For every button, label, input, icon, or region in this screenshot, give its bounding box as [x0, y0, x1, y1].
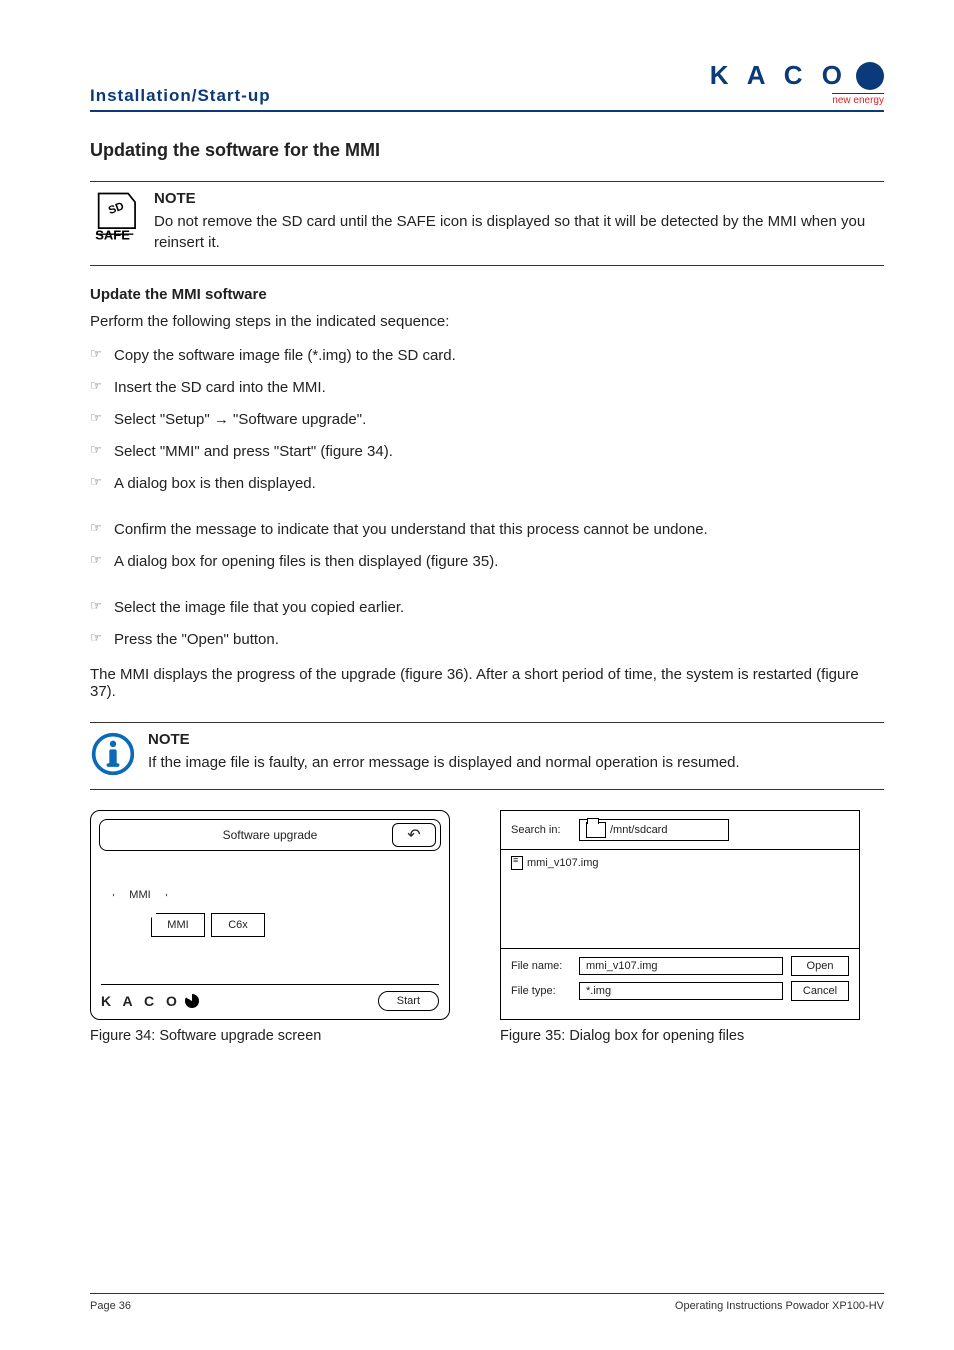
swirl-icon [856, 62, 884, 90]
note1-label: NOTE [154, 190, 884, 207]
steps-list-a: Copy the software image file (*.img) to … [90, 340, 884, 500]
footer-doc-title: Operating Instructions Powador XP100-HV [675, 1300, 884, 1312]
update-heading: Update the MMI software [90, 286, 884, 303]
filename-input[interactable]: mmi_v107.img [579, 957, 783, 975]
filetype-value: *.img [586, 985, 611, 997]
figure-35-dialog: Search in: /mnt/sdcard mmi_v107.img File… [500, 810, 860, 1020]
filename-label: File name: [511, 960, 571, 972]
filetype-input[interactable]: *.img [579, 982, 783, 1000]
note-sd-safe: SD SAFE NOTE Do not remove the SD card u… [90, 181, 884, 266]
fig34-caption: Figure 34: Software upgrade screen [90, 1028, 450, 1044]
fig34-brand-text: K A C O [101, 993, 181, 1009]
tab-c6x[interactable]: C6x [211, 913, 265, 937]
step: A dialog box is then displayed. [90, 468, 884, 500]
step: Select "Setup" → "Software upgrade". [90, 404, 884, 436]
search-in-label: Search in: [511, 824, 571, 836]
figure-34-panel: Software upgrade ↶ MMI MMI C6x K A C O S… [90, 810, 450, 1020]
search-in-field[interactable]: /mnt/sdcard [579, 819, 729, 841]
fig34-brand: K A C O [101, 993, 199, 1009]
note-info: NOTE If the image file is faulty, an err… [90, 722, 884, 790]
step: Press the "Open" button. [90, 624, 884, 656]
header-section: Installation/Start-up [90, 86, 271, 106]
folder-icon [586, 822, 606, 838]
step: Insert the SD card into the MMI. [90, 372, 884, 404]
hex-label: MMI [129, 889, 150, 901]
brand-tagline: new energy [832, 93, 884, 106]
list-item[interactable]: mmi_v107.img [511, 856, 849, 870]
swirl-icon [185, 994, 199, 1008]
note1-text: Do not remove the SD card until the SAFE… [154, 211, 884, 253]
step: Select the image file that you copied ea… [90, 592, 884, 624]
fig34-title: Software upgrade [223, 828, 318, 842]
footer-page: Page 36 [90, 1300, 131, 1312]
filetype-label: File type: [511, 985, 571, 997]
start-button[interactable]: Start [378, 991, 439, 1011]
intro-text: Perform the following steps in the indic… [90, 313, 884, 330]
search-in-value: /mnt/sdcard [610, 824, 667, 836]
brand-logo: K A C O new energy [710, 60, 884, 106]
step: Select "MMI" and press "Start" (figure 3… [90, 436, 884, 468]
svg-text:SD: SD [107, 200, 126, 217]
after-text: The MMI displays the progress of the upg… [90, 666, 884, 700]
filename-value: mmi_v107.img [586, 960, 658, 972]
steps-list-c: Select the image file that you copied ea… [90, 592, 884, 656]
step: Copy the software image file (*.img) to … [90, 340, 884, 372]
brand-text: K A C O [710, 60, 848, 91]
open-button[interactable]: Open [791, 956, 849, 976]
file-list[interactable]: mmi_v107.img [501, 849, 859, 949]
back-button[interactable]: ↶ [392, 823, 436, 847]
step: A dialog box for opening files is then d… [90, 546, 884, 578]
step: Confirm the message to indicate that you… [90, 514, 884, 546]
note2-label: NOTE [148, 731, 884, 748]
sd-safe-icon: SD SAFE [90, 190, 142, 242]
fig35-caption: Figure 35: Dialog box for opening files [500, 1028, 860, 1044]
list-item-label: mmi_v107.img [527, 857, 599, 869]
hex-node-mmi[interactable]: MMI [113, 871, 167, 919]
steps-list-b: Confirm the message to indicate that you… [90, 514, 884, 578]
page-title: Updating the software for the MMI [90, 140, 884, 161]
cancel-button[interactable]: Cancel [791, 981, 849, 1001]
note2-text: If the image file is faulty, an error me… [148, 752, 884, 773]
info-icon [90, 731, 136, 777]
file-icon [511, 856, 523, 870]
